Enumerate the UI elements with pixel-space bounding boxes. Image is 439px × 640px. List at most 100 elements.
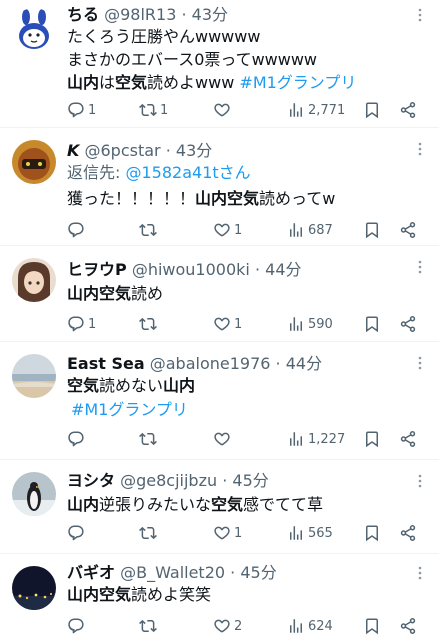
share-icon <box>399 430 417 448</box>
tweet-text-line: 獲った！！！！！山内空気読めってw <box>67 188 335 210</box>
share-button[interactable] <box>399 615 417 637</box>
timestamp[interactable]: 44分 <box>265 260 301 279</box>
like-button[interactable]: 1 <box>213 313 242 335</box>
like-button[interactable] <box>213 428 234 450</box>
display-name[interactable]: East Sea <box>67 354 145 373</box>
reply-button[interactable] <box>67 615 88 637</box>
action-bar: 1,227 <box>67 428 423 450</box>
avatar[interactable] <box>12 566 56 610</box>
tweet-text: 感でてて草 <box>243 495 324 514</box>
share-icon <box>399 221 417 239</box>
bookmark-button[interactable] <box>363 99 381 121</box>
highlight-text: 山内 <box>67 73 100 92</box>
like-button[interactable] <box>213 99 234 121</box>
reply-button[interactable] <box>67 428 88 450</box>
like-button[interactable]: 2 <box>213 615 242 637</box>
more-icon[interactable] <box>413 260 427 274</box>
reply-button[interactable]: 1 <box>67 99 96 121</box>
reply-button[interactable] <box>67 219 88 241</box>
retweet-button[interactable] <box>139 615 160 637</box>
views-button[interactable]: 590 <box>287 313 333 335</box>
bookmark-icon <box>363 315 381 333</box>
bookmark-icon <box>363 221 381 239</box>
views-button[interactable]: 1,227 <box>287 428 345 450</box>
more-icon[interactable] <box>413 566 427 580</box>
avatar[interactable] <box>12 354 56 398</box>
user-handle[interactable]: @B_Wallet20 <box>120 563 225 582</box>
reply-button[interactable]: 1 <box>67 313 96 335</box>
tweet-item[interactable]: バギオ @B_Wallet20 · 45分 山内空気読めよ笑笑 2 624 <box>0 554 439 640</box>
like-icon <box>213 101 231 119</box>
reply-count: 1 <box>88 316 97 332</box>
retweet-button[interactable] <box>139 313 160 335</box>
bookmark-button[interactable] <box>363 428 381 450</box>
tweet-item[interactable]: ヨシタ @ge8cjijbzu · 45分 山内逆張りみたいな空気感でてて草 1… <box>0 460 439 554</box>
bookmark-button[interactable] <box>363 522 381 544</box>
reply-button[interactable] <box>67 522 88 544</box>
timestamp[interactable]: 43分 <box>192 5 228 24</box>
avatar[interactable] <box>12 8 56 52</box>
retweet-button[interactable] <box>139 428 160 450</box>
display-name[interactable]: バギオ <box>67 563 115 582</box>
tweet-text-line: たくろう圧勝やんwwwww <box>67 27 261 46</box>
bookmark-button[interactable] <box>363 219 381 241</box>
more-icon[interactable] <box>413 8 427 22</box>
tweet-item[interactable]: ちる @98lR13 · 43分 たくろう圧勝やんwwwww まさかのエバース0… <box>0 0 439 128</box>
timestamp[interactable]: 44分 <box>286 354 322 373</box>
user-handle[interactable]: @hiwou1000ki <box>132 260 250 279</box>
retweet-button[interactable]: 1 <box>139 99 168 121</box>
tweet-item[interactable]: ヒヲウP @hiwou1000ki · 44分 山内空気読め 1 1 590 <box>0 246 439 342</box>
bookmark-button[interactable] <box>363 313 381 335</box>
views-button[interactable]: 624 <box>287 615 333 637</box>
more-icon[interactable] <box>413 356 427 370</box>
views-button[interactable]: 565 <box>287 522 333 544</box>
share-button[interactable] <box>399 428 417 450</box>
timestamp[interactable]: 45分 <box>232 471 268 490</box>
reply-icon <box>67 101 85 119</box>
highlight-text: 山内 <box>163 376 196 395</box>
avatar[interactable] <box>12 140 56 184</box>
views-button[interactable]: 687 <box>287 219 333 241</box>
timestamp[interactable]: 45分 <box>240 563 276 582</box>
like-button[interactable]: 1 <box>213 522 242 544</box>
tweet-item[interactable]: K @6pcstar · 43分 返信先: @1582a41tさん 獲った！！！… <box>0 128 439 246</box>
tweet-text-line: 山内空気読め <box>67 283 163 305</box>
reply-to-link[interactable]: @1582a41tさん <box>125 163 250 182</box>
display-name[interactable]: ちる <box>67 5 99 24</box>
views-button[interactable]: 2,771 <box>287 99 345 121</box>
share-button[interactable] <box>399 99 417 121</box>
user-handle[interactable]: @abalone1976 <box>150 354 271 373</box>
share-button[interactable] <box>399 522 417 544</box>
like-count: 1 <box>234 316 243 332</box>
display-name[interactable]: ヒヲウP <box>67 260 127 279</box>
like-button[interactable]: 1 <box>213 219 242 241</box>
share-button[interactable] <box>399 313 417 335</box>
tweet-text: 逆張りみたいな <box>99 495 212 514</box>
like-icon <box>213 430 231 448</box>
views-icon <box>287 221 305 239</box>
hashtag-link[interactable]: #M1グランプリ <box>71 400 188 419</box>
bookmark-button[interactable] <box>363 615 381 637</box>
retweet-button[interactable] <box>139 522 160 544</box>
more-icon[interactable] <box>413 142 427 156</box>
view-count: 565 <box>308 525 333 541</box>
user-handle[interactable]: @ge8cjijbzu <box>120 471 217 490</box>
share-button[interactable] <box>399 219 417 241</box>
hashtag-link[interactable]: #M1グランプリ <box>239 73 356 92</box>
user-handle[interactable]: @6pcstar <box>85 141 161 160</box>
view-count: 590 <box>308 316 333 332</box>
timestamp[interactable]: 43分 <box>176 141 212 160</box>
reply-to-label: 返信先: <box>67 163 126 182</box>
action-bar: 2 624 <box>67 615 423 637</box>
bookmark-icon <box>363 617 381 635</box>
more-icon[interactable] <box>413 474 427 488</box>
avatar[interactable] <box>12 258 56 302</box>
retweet-button[interactable] <box>139 219 160 241</box>
user-handle[interactable]: @98lR13 <box>104 5 176 24</box>
tweet-item[interactable]: East Sea @abalone1976 · 44分 空気読めない山内 #M1… <box>0 342 439 460</box>
display-name[interactable]: K <box>67 141 79 160</box>
share-icon <box>399 315 417 333</box>
display-name[interactable]: ヨシタ <box>67 471 115 490</box>
timeline: ちる @98lR13 · 43分 たくろう圧勝やんwwwww まさかのエバース0… <box>0 0 439 640</box>
avatar[interactable] <box>12 472 56 516</box>
